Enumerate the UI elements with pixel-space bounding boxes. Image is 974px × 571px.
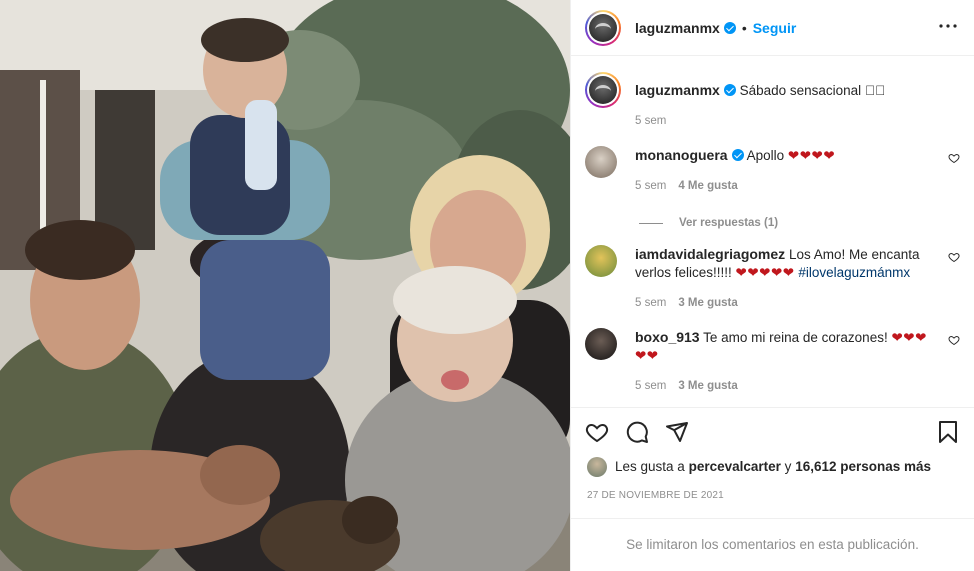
- comment-hearts-extra: ❤❤: [635, 348, 659, 364]
- comment-time: 5 sem: [635, 380, 667, 393]
- comment-text: Apollo: [746, 148, 785, 164]
- comment-time: 5 sem: [635, 297, 667, 310]
- like-comment-heart-icon[interactable]: [948, 334, 960, 346]
- commenter-username[interactable]: iamdavidalegriagomez: [635, 246, 785, 262]
- commenter-username[interactable]: boxo_913: [635, 329, 700, 345]
- likes-conjunction: y: [784, 459, 792, 475]
- caption: laguzmanmx Sábado sensacional 🏻🏻 5 sem: [585, 72, 960, 130]
- comment-hearts: ❤❤❤: [891, 330, 927, 346]
- bookmark-icon[interactable]: [936, 420, 960, 444]
- verified-icon: [723, 84, 736, 97]
- author-avatar[interactable]: [585, 9, 621, 46]
- comment-likes[interactable]: 4 Me gusta: [678, 180, 737, 192]
- commenter-avatar[interactable]: [585, 146, 617, 179]
- commenter-username[interactable]: monanoguera: [635, 147, 728, 163]
- comment-hashtag[interactable]: #ilovelaguzmánmx: [798, 265, 910, 280]
- verified-icon: [731, 149, 744, 162]
- post-photo[interactable]: [0, 0, 570, 571]
- comment-item: monanoguera Apollo ❤❤❤❤ 5 sem 4 Me gusta: [585, 146, 960, 195]
- likes-summary: Les gusta a percevalcarter y 16,612 pers…: [571, 456, 974, 478]
- likes-count[interactable]: 16,612 personas más: [795, 459, 931, 474]
- post-side-panel: laguzmanmx • Seguir laguzmanmx Sábado se…: [570, 0, 974, 571]
- comment-hearts: ❤❤❤❤: [787, 148, 836, 164]
- view-replies-button[interactable]: Ver respuestas (1): [639, 217, 960, 229]
- more-options-icon[interactable]: [936, 14, 960, 42]
- comment-icon[interactable]: [625, 420, 649, 444]
- follow-button[interactable]: Seguir: [753, 20, 797, 36]
- liker-username[interactable]: percevalcarter: [689, 459, 781, 474]
- comment-text: Te amo mi reina de corazones!: [703, 330, 888, 346]
- comment-likes[interactable]: 3 Me gusta: [678, 297, 737, 309]
- share-icon[interactable]: [665, 420, 689, 444]
- family-photo-illustration: [0, 0, 570, 571]
- caption-time: 5 sem: [635, 115, 667, 128]
- comment-item: iamdavidalegriagomez Los Amo! Me encanta…: [585, 245, 960, 312]
- like-comment-heart-icon[interactable]: [948, 251, 960, 263]
- view-replies-label: Ver respuestas (1): [679, 217, 779, 230]
- replies-divider: [639, 222, 663, 224]
- commenter-avatar[interactable]: [585, 245, 617, 278]
- heart-icon[interactable]: [585, 420, 609, 444]
- post-header: laguzmanmx • Seguir: [571, 0, 974, 57]
- comment-item: boxo_913 Te amo mi reina de corazones! ❤…: [585, 328, 960, 395]
- liker-avatar[interactable]: [587, 456, 607, 477]
- comment-hearts: ❤❤❤❤❤: [735, 265, 795, 281]
- caption-username[interactable]: laguzmanmx: [635, 82, 720, 98]
- comment-time: 5 sem: [635, 180, 667, 193]
- comments-list[interactable]: laguzmanmx Sábado sensacional 🏻🏻 5 sem m…: [571, 56, 974, 406]
- like-comment-heart-icon[interactable]: [948, 152, 960, 164]
- separator-dot: •: [741, 19, 747, 36]
- caption-avatar[interactable]: [585, 72, 621, 109]
- post-date: 27 DE NOVIEMBRE DE 2021: [587, 489, 724, 501]
- comment-likes[interactable]: 3 Me gusta: [678, 380, 737, 392]
- caption-text: Sábado sensacional: [739, 83, 862, 99]
- author-username[interactable]: laguzmanmx: [635, 20, 720, 36]
- commenter-avatar[interactable]: [585, 328, 617, 361]
- likes-prefix: Les gusta a: [615, 459, 685, 475]
- verified-icon: [723, 21, 736, 34]
- comments-limited-notice: Se limitaron los comentarios en esta pub…: [571, 517, 974, 571]
- post-actions-bar: [571, 406, 974, 456]
